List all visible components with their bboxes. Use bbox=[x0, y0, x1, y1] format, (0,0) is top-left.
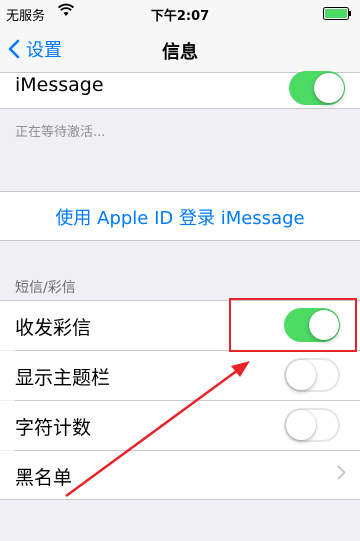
imessage-label: iMessage bbox=[15, 74, 104, 96]
character-count-toggle[interactable] bbox=[284, 408, 340, 442]
chevron-right-icon bbox=[337, 465, 346, 484]
blacklist-row[interactable]: 黑名单 bbox=[0, 451, 360, 499]
apple-id-signin-link[interactable]: 使用 Apple ID 登录 iMessage bbox=[0, 204, 360, 230]
send-receive-mms-label: 收发彩信 bbox=[15, 317, 92, 339]
show-subject-row: 显示主题栏 bbox=[0, 351, 360, 400]
divider bbox=[0, 499, 360, 500]
apple-id-signin-row[interactable]: 使用 Apple ID 登录 iMessage bbox=[0, 192, 360, 240]
toggle-knob bbox=[314, 73, 344, 103]
character-count-label: 字符计数 bbox=[15, 417, 92, 439]
show-subject-label: 显示主题栏 bbox=[15, 367, 111, 389]
battery-icon bbox=[323, 7, 352, 20]
blacklist-label: 黑名单 bbox=[15, 467, 73, 489]
divider bbox=[0, 108, 360, 109]
divider bbox=[0, 240, 360, 241]
toggle-knob bbox=[286, 410, 316, 440]
nav-bar: 设置 信息 bbox=[0, 26, 360, 73]
page-title: 信息 bbox=[162, 42, 198, 63]
character-count-row: 字符计数 bbox=[0, 401, 360, 450]
clock: 下午2:07 bbox=[150, 9, 210, 24]
annotation-highlight-box bbox=[229, 298, 357, 352]
show-subject-toggle[interactable] bbox=[284, 358, 340, 392]
imessage-row: iMessage bbox=[0, 71, 360, 109]
imessage-toggle[interactable] bbox=[289, 71, 345, 105]
toggle-knob bbox=[286, 360, 316, 390]
status-bar: 无服务 下午2:07 bbox=[0, 0, 360, 26]
sms-mms-section-header: 短信/彩信 bbox=[15, 280, 76, 296]
activation-status-note: 正在等待激活... bbox=[15, 125, 106, 140]
